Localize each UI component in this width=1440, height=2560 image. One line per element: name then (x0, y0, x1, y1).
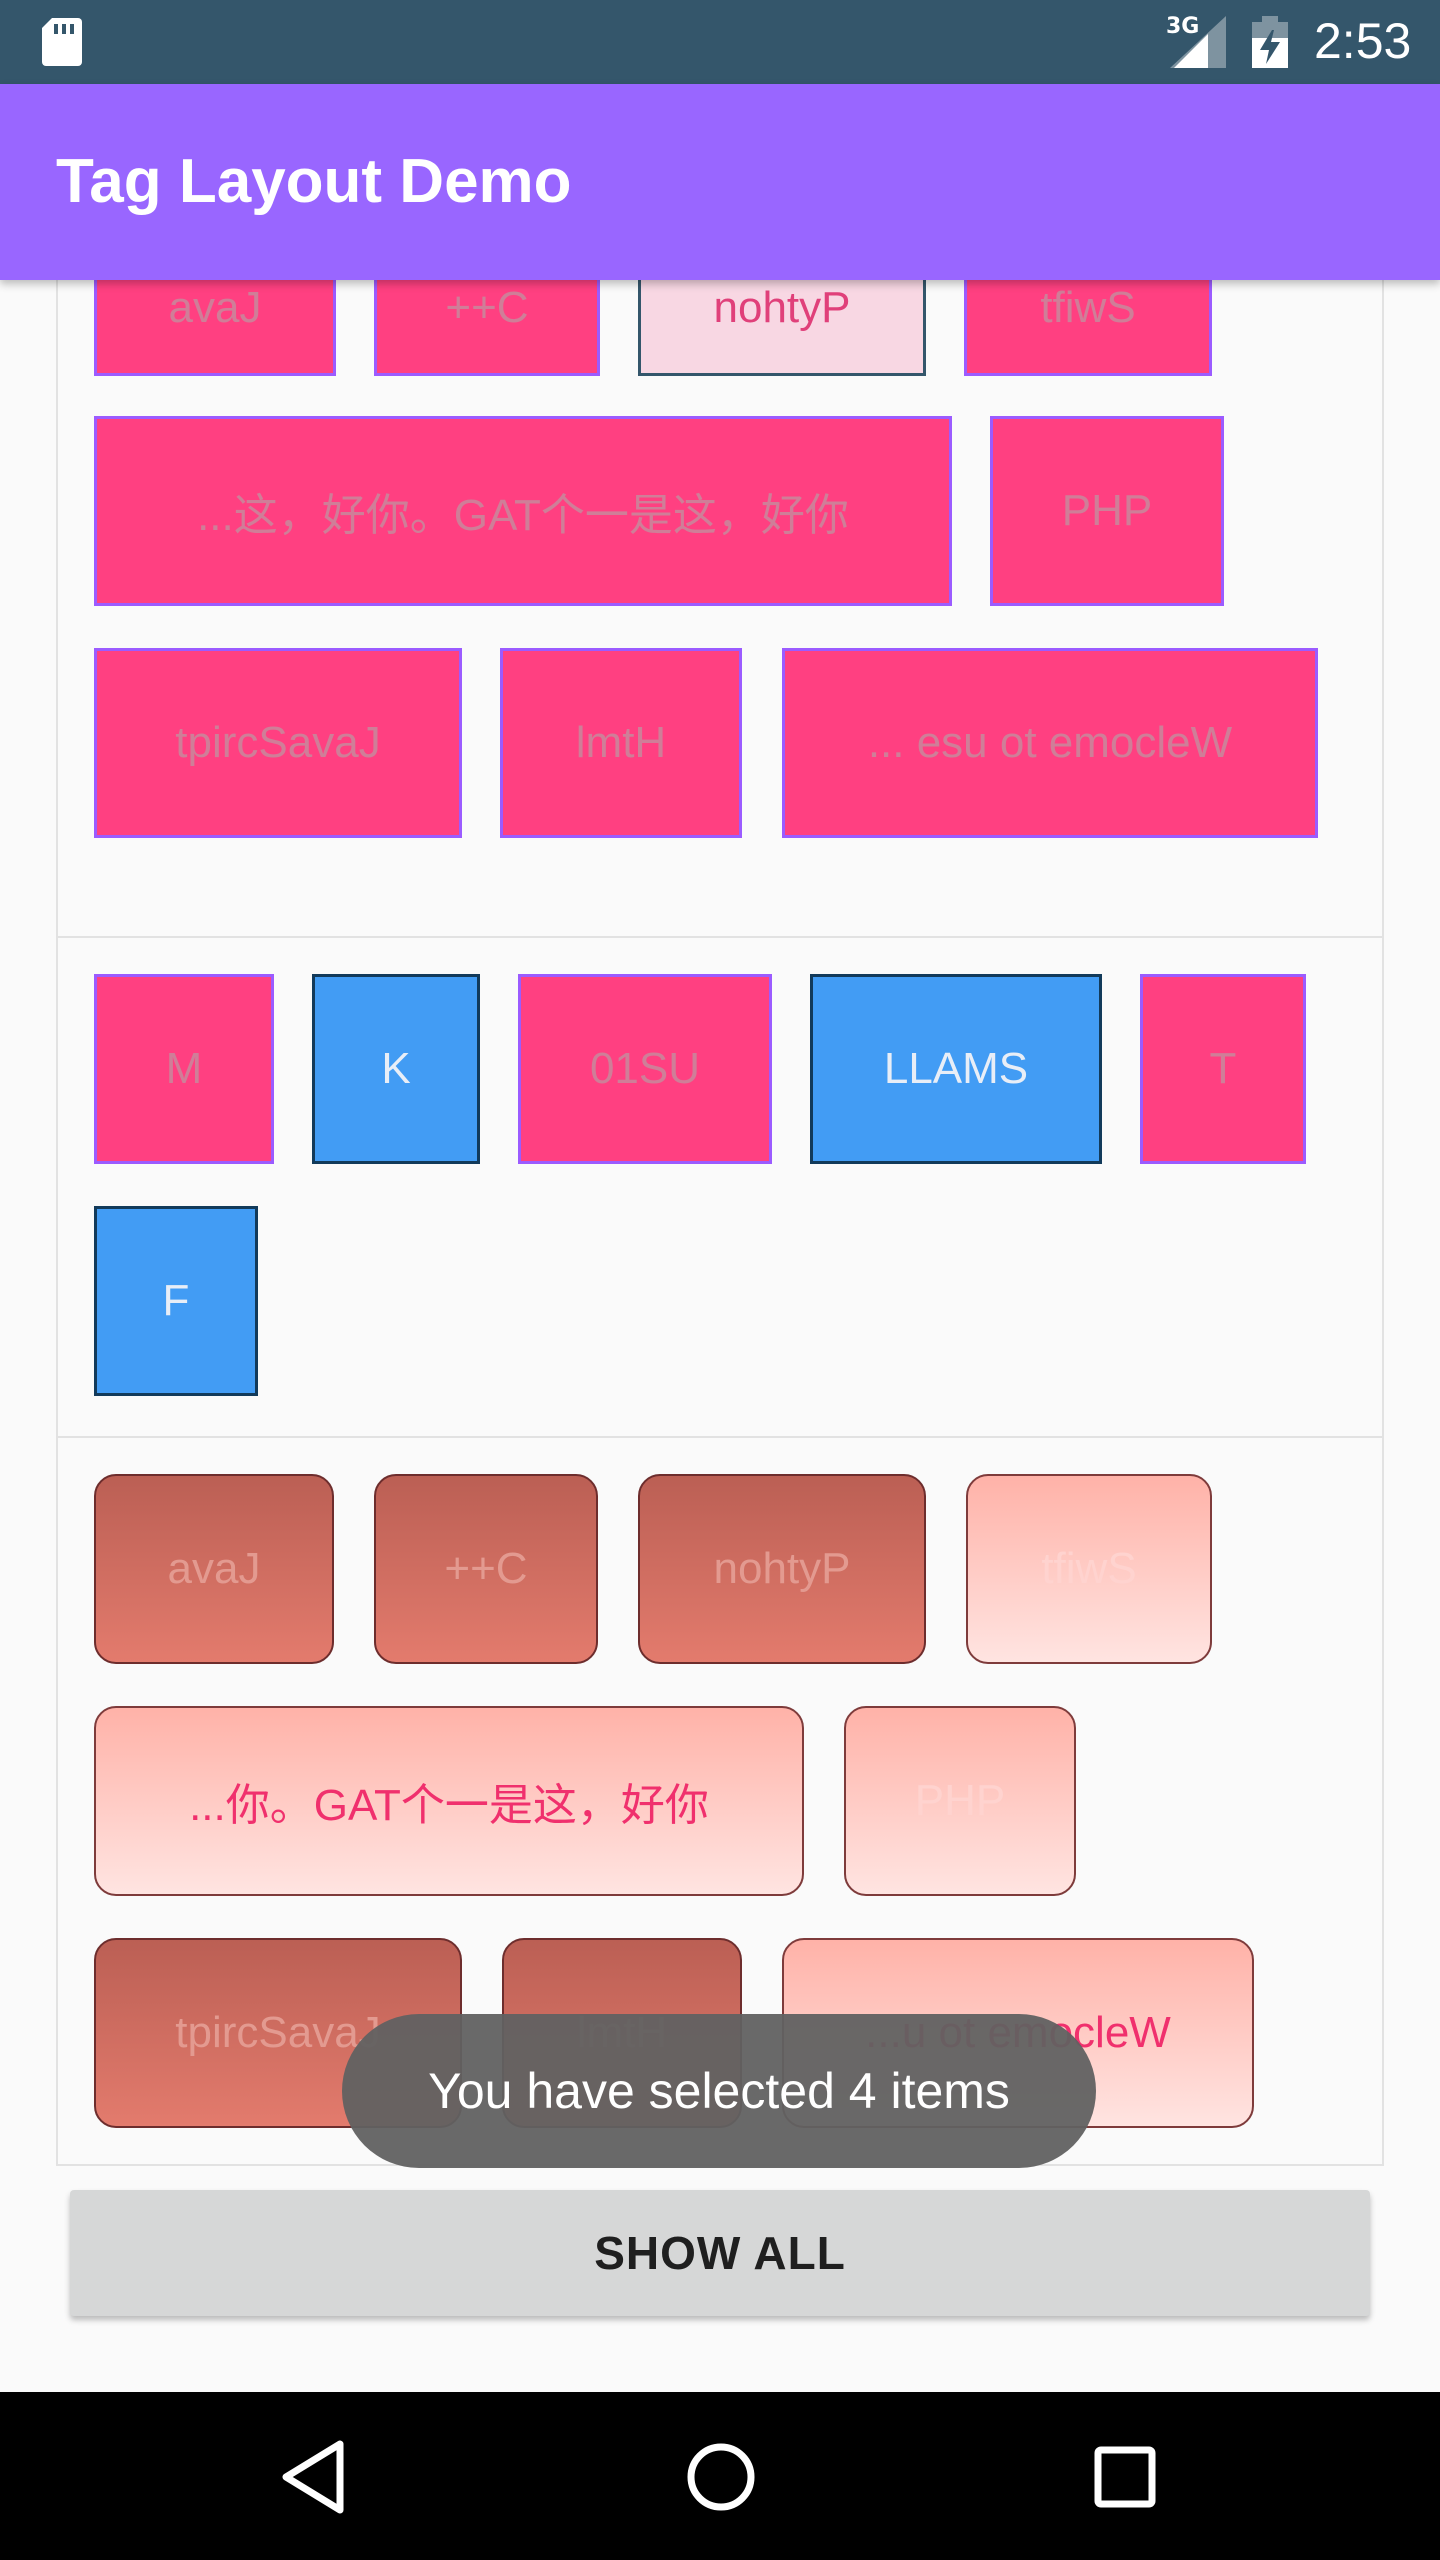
signal-icon (1170, 16, 1226, 68)
tag-cpp[interactable]: ++C (374, 280, 600, 376)
app-bar: Tag Layout Demo (0, 84, 1440, 280)
tag-php[interactable]: PHP (990, 416, 1224, 606)
tag-javascript[interactable]: tpircSavaJ (94, 648, 462, 838)
tag-welcome[interactable]: ... esu ot emocleW (782, 648, 1318, 838)
tag-t[interactable]: T (1140, 974, 1306, 1164)
tag-scroll-area[interactable]: avaJ ++C nohtyP tfiwS ...这，好你。GAT个一是这，好你… (56, 280, 1384, 2166)
tag-php-rounded[interactable]: PHP (844, 1706, 1076, 1896)
back-icon[interactable] (270, 2432, 360, 2522)
app-title: Tag Layout Demo (56, 147, 572, 216)
tag-01su[interactable]: 01SU (518, 974, 772, 1164)
status-bar: 3G 2:53 (0, 0, 1440, 84)
selection-toast: You have selected 4 items (342, 2014, 1096, 2168)
navigation-bar (0, 2392, 1440, 2560)
tag-java[interactable]: avaJ (94, 280, 336, 376)
sd-card-icon (42, 18, 82, 66)
recents-icon[interactable] (1080, 2432, 1170, 2522)
tag-java-rounded[interactable]: avaJ (94, 1474, 334, 1664)
tag-group-1: avaJ ++C nohtyP tfiwS ...这，好你。GAT个一是这，好你… (56, 280, 1384, 938)
tag-f[interactable]: F (94, 1206, 258, 1396)
tag-llams[interactable]: LLAMS (810, 974, 1102, 1164)
battery-icon (1252, 16, 1288, 68)
clock: 2:53 (1314, 13, 1412, 69)
tag-swift-rounded[interactable]: tfiwS (966, 1474, 1212, 1664)
tag-chinese-text[interactable]: ...这，好你。GAT个一是这，好你 (94, 416, 952, 606)
tag-python-rounded[interactable]: nohtyP (638, 1474, 926, 1664)
tag-python[interactable]: nohtyP (638, 280, 926, 376)
tag-k[interactable]: K (312, 974, 480, 1164)
show-all-button[interactable]: SHOW ALL (70, 2190, 1370, 2316)
tag-html[interactable]: lmtH (500, 648, 742, 838)
tag-m[interactable]: M (94, 974, 274, 1164)
home-icon[interactable] (676, 2432, 766, 2522)
tag-cpp-rounded[interactable]: ++C (374, 1474, 598, 1664)
tag-chinese-text-rounded[interactable]: ...你。GAT个一是这，好你 (94, 1706, 804, 1896)
tag-group-2: M K 01SU LLAMS T F (56, 938, 1384, 1438)
tag-swift[interactable]: tfiwS (964, 280, 1212, 376)
